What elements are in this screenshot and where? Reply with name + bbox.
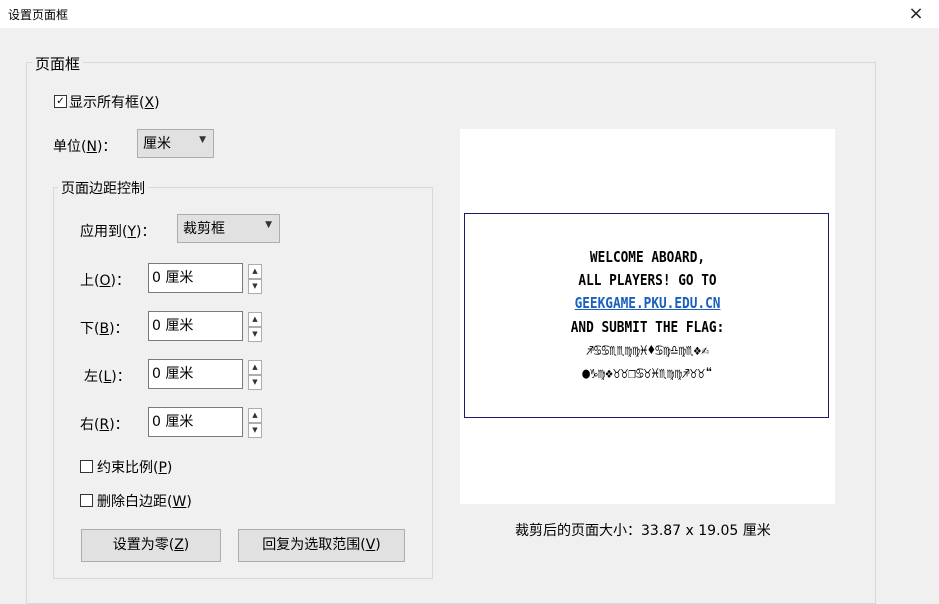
apply-to-value: 裁剪框 bbox=[183, 221, 225, 237]
title-bar: 设置页面框 × bbox=[0, 0, 939, 28]
spin-up-icon[interactable]: ▲ bbox=[248, 312, 262, 327]
window-title: 设置页面框 bbox=[8, 8, 69, 22]
constrain-label[interactable]: 约束比例(P) bbox=[97, 457, 172, 477]
spin-up-icon[interactable]: ▲ bbox=[248, 408, 262, 423]
margin-bottom-label: 下(B)： bbox=[80, 321, 129, 337]
page-preview: WELCOME ABOARD, ALL PLAYERS! GO TO GEEKG… bbox=[460, 129, 835, 504]
preview-link: GEEKGAME.PKU.EDU.CN bbox=[574, 294, 721, 312]
margin-bottom-input[interactable]: 0 厘米 bbox=[148, 311, 243, 341]
set-zero-button[interactable]: 设置为零(Z) bbox=[81, 529, 221, 562]
margin-left-input[interactable]: 0 厘米 bbox=[148, 359, 243, 389]
constrain-checkbox[interactable] bbox=[80, 460, 93, 473]
margin-top-stepper[interactable]: 0 厘米 ▲ ▼ bbox=[148, 263, 262, 294]
apply-to-select[interactable]: 裁剪框 ▼ bbox=[177, 214, 280, 243]
revert-button[interactable]: 回复为选取范围(V) bbox=[238, 529, 405, 562]
chevron-down-icon: ▼ bbox=[265, 220, 272, 230]
apply-to-label: 应用到(Y)： bbox=[80, 224, 156, 240]
unit-value: 厘米 bbox=[143, 136, 171, 152]
margin-top-input[interactable]: 0 厘米 bbox=[148, 263, 243, 293]
preview-line: AND SUBMIT THE FLAG: bbox=[570, 318, 725, 336]
remove-white-checkbox[interactable] bbox=[80, 494, 93, 507]
margin-left-label: 左(L)： bbox=[84, 369, 131, 385]
unit-label: 单位(N)： bbox=[53, 139, 117, 155]
spin-up-icon[interactable]: ▲ bbox=[248, 360, 262, 375]
unit-select[interactable]: 厘米 ▼ bbox=[137, 129, 214, 158]
remove-white-label[interactable]: 删除白边距(W) bbox=[97, 491, 192, 511]
preview-symbols: ♐♋♋♏♏♍♍♓♦♋♍♎♍♏❖✍ bbox=[586, 341, 709, 359]
spin-up-icon[interactable]: ▲ bbox=[248, 264, 262, 279]
show-all-label[interactable]: 显示所有框(X) bbox=[69, 92, 160, 112]
margin-right-label: 右(R)： bbox=[80, 417, 129, 433]
page-box-group-label: 页面框 bbox=[32, 53, 84, 74]
margin-top-label: 上(O)： bbox=[80, 273, 130, 289]
show-all-checkbox[interactable]: ✓ bbox=[54, 95, 67, 108]
margin-right-input[interactable]: 0 厘米 bbox=[148, 407, 243, 437]
spin-down-icon[interactable]: ▼ bbox=[248, 327, 262, 342]
chevron-down-icon: ▼ bbox=[199, 135, 206, 145]
preview-symbols: ●♑♍❖♉♉❐♋♉♓♏♍♍♐♉♉❝ bbox=[582, 364, 713, 382]
preview-page-box: WELCOME ABOARD, ALL PLAYERS! GO TO GEEKG… bbox=[464, 213, 829, 418]
spin-down-icon[interactable]: ▼ bbox=[248, 279, 262, 294]
spin-down-icon[interactable]: ▼ bbox=[248, 423, 262, 438]
margin-left-stepper[interactable]: 0 厘米 ▲ ▼ bbox=[148, 359, 262, 390]
spin-down-icon[interactable]: ▼ bbox=[248, 375, 262, 390]
close-icon[interactable]: × bbox=[893, 0, 939, 28]
margin-bottom-stepper[interactable]: 0 厘米 ▲ ▼ bbox=[148, 311, 262, 342]
cropped-size-label: 裁剪后的页面大小：33.87 x 19.05 厘米 bbox=[515, 523, 771, 539]
margin-group-label: 页面边距控制 bbox=[58, 178, 148, 198]
preview-line: ALL PLAYERS! GO TO bbox=[578, 271, 717, 289]
preview-line: WELCOME ABOARD, bbox=[589, 248, 706, 266]
margin-right-stepper[interactable]: 0 厘米 ▲ ▼ bbox=[148, 407, 262, 438]
